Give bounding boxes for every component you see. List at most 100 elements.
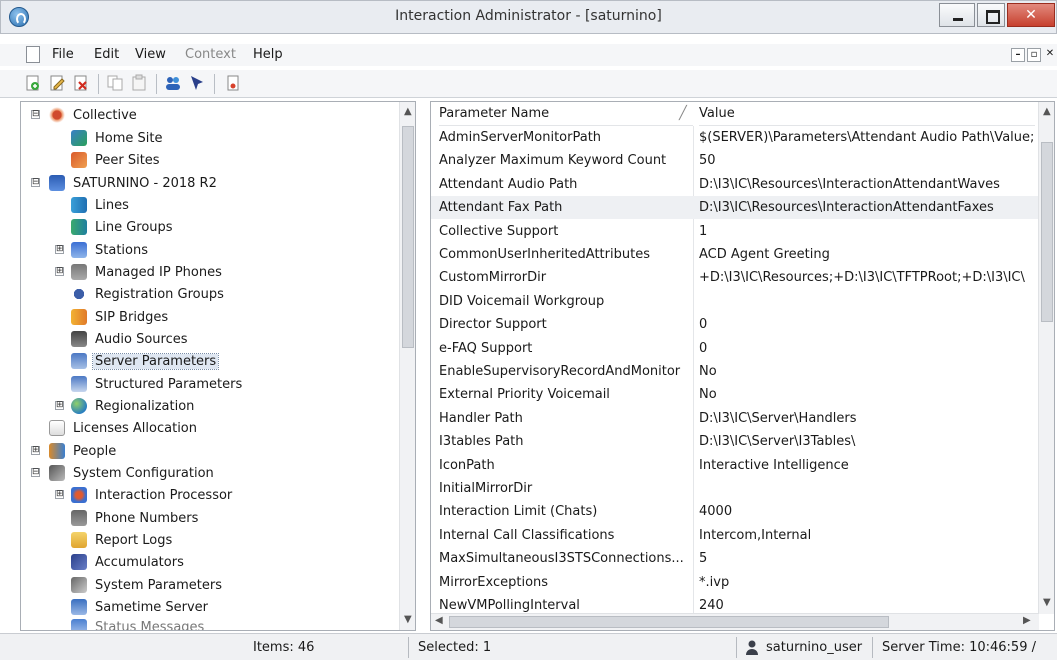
table-row[interactable]: InitialMirrorDir xyxy=(431,477,1041,500)
table-row[interactable]: CustomMirrorDir +D:\I3\IC\Resources;+D:\I… xyxy=(431,266,1041,289)
menu-context[interactable]: Context xyxy=(185,47,236,62)
peer-sites-icon xyxy=(71,152,87,168)
expand-people[interactable]: ⊞ xyxy=(31,446,40,455)
table-row[interactable]: Attendant Audio Path D:\I3\IC\Resources\I… xyxy=(431,173,1041,196)
tree-item-report-logs[interactable]: Report Logs xyxy=(71,529,174,551)
list-horizontal-scrollbar[interactable]: ◀ ▶ xyxy=(431,613,1039,630)
tree-item-registration-groups[interactable]: Registration Groups xyxy=(71,283,226,305)
tree-item-sametime-server[interactable]: Sametime Server xyxy=(71,596,210,618)
tree-item-managed-ip-phones[interactable]: Managed IP Phones xyxy=(71,261,224,283)
tree-item-system-configuration[interactable]: System Configuration xyxy=(49,462,216,484)
column-header-value[interactable]: Value xyxy=(699,102,1035,126)
table-row[interactable]: Analyzer Maximum Keyword Count 50 xyxy=(431,149,1041,172)
table-row[interactable]: AdminServerMonitorPath $(SERVER)\Paramete… xyxy=(431,126,1041,149)
tree-item-saturnino[interactable]: SATURNINO - 2018 R2 xyxy=(49,172,219,194)
table-row[interactable]: IconPath Interactive Intelligence xyxy=(431,454,1041,477)
license-icon xyxy=(49,420,65,436)
tree-item-structured-parameters[interactable]: Structured Parameters xyxy=(71,373,244,395)
scroll-right-icon[interactable]: ▶ xyxy=(1023,615,1031,626)
tree-item-sip-bridges[interactable]: SIP Bridges xyxy=(71,306,170,328)
expand-interaction-processor[interactable]: ⊞ xyxy=(55,490,64,499)
users-icon[interactable] xyxy=(164,74,182,92)
cell-parameter-name: I3tables Path xyxy=(439,434,524,450)
menu-edit[interactable]: Edit xyxy=(94,47,119,62)
tree-item-stations[interactable]: Stations xyxy=(71,239,150,261)
minimize-button[interactable] xyxy=(939,3,975,27)
column-resize-icon[interactable]: ╱ xyxy=(679,102,693,126)
list-hscroll-thumb[interactable] xyxy=(449,616,889,628)
tree-item-line-groups[interactable]: Line Groups xyxy=(71,216,175,238)
menu-file[interactable]: File xyxy=(52,47,74,62)
people-icon xyxy=(49,443,65,459)
table-row[interactable]: Attendant Fax Path D:\I3\IC\Resources\Int… xyxy=(431,196,1041,220)
table-row[interactable]: Director Support 0 xyxy=(431,313,1041,336)
table-row[interactable]: e-FAQ Support 0 xyxy=(431,337,1041,360)
table-row[interactable]: External Priority Voicemail No xyxy=(431,383,1041,406)
tree-item-audio-sources[interactable]: Audio Sources xyxy=(71,328,190,350)
scroll-up-icon[interactable]: ▲ xyxy=(1043,106,1051,117)
paste-icon[interactable] xyxy=(130,74,148,92)
tree-item-home-site[interactable]: Home Site xyxy=(71,127,164,149)
menu-view[interactable]: View xyxy=(135,47,166,62)
tree-item-people[interactable]: People xyxy=(49,440,118,462)
cell-parameter-value: 0 xyxy=(699,340,708,356)
tree-item-system-parameters[interactable]: System Parameters xyxy=(71,574,224,596)
tree-item-status-messages[interactable]: Status Messages xyxy=(71,616,206,630)
cell-parameter-value: D:\I3\IC\Server\Handlers xyxy=(699,410,857,426)
collapse-system-configuration[interactable]: ⊟ xyxy=(31,468,40,477)
table-row[interactable]: MirrorExceptions *.ivp xyxy=(431,571,1041,594)
table-row[interactable]: Internal Call Classifications Intercom,In… xyxy=(431,524,1041,547)
close-button[interactable]: ✕ xyxy=(1007,3,1055,27)
tree-item-lines[interactable]: Lines xyxy=(71,194,131,216)
cell-parameter-name: External Priority Voicemail xyxy=(439,387,610,403)
tree-item-licenses-allocation[interactable]: Licenses Allocation xyxy=(49,417,199,439)
table-row[interactable]: Handler Path D:\I3\IC\Server\Handlers xyxy=(431,407,1041,430)
table-row[interactable]: CommonUserInheritedAttributes ACD Agent G… xyxy=(431,243,1041,266)
navigation-tree[interactable]: Collective Home Site Peer Sites SATURNIN… xyxy=(20,101,416,631)
column-header-parameter-name[interactable]: Parameter Name xyxy=(439,102,693,126)
tree-scroll-thumb[interactable] xyxy=(402,126,414,348)
tree-item-server-parameters[interactable]: Server Parameters xyxy=(71,350,220,372)
structured-parameters-icon xyxy=(71,376,87,392)
maximize-button[interactable] xyxy=(977,3,1005,27)
status-user: saturnino_user xyxy=(766,640,863,655)
scroll-left-icon[interactable]: ◀ xyxy=(435,615,443,626)
parameter-list[interactable]: Parameter Name ╱ Value AdminServerMonito… xyxy=(430,101,1055,631)
collapse-collective[interactable]: ⊟ xyxy=(31,110,40,119)
table-row[interactable]: DID Voicemail Workgroup xyxy=(431,290,1041,313)
scroll-down-icon[interactable]: ▼ xyxy=(404,614,412,625)
cell-parameter-name: Attendant Audio Path xyxy=(439,176,578,192)
mdi-restore-button[interactable]: ▫ xyxy=(1027,48,1041,62)
expand-managed-ip-phones[interactable]: ⊞ xyxy=(55,267,64,276)
delete-icon[interactable] xyxy=(72,74,90,92)
menu-help[interactable]: Help xyxy=(253,47,283,62)
tree-item-regionalization[interactable]: Regionalization xyxy=(71,395,196,417)
scroll-up-icon[interactable]: ▲ xyxy=(404,106,412,117)
table-row[interactable]: MaxSimultaneousI3STSConnections... 5 xyxy=(431,547,1041,570)
list-scroll-thumb[interactable] xyxy=(1041,142,1053,322)
table-row[interactable]: Collective Support 1 xyxy=(431,220,1041,243)
list-vertical-scrollbar[interactable]: ▲ ▼ xyxy=(1038,102,1054,614)
tree-item-interaction-processor[interactable]: Interaction Processor xyxy=(71,484,234,506)
tree-vertical-scrollbar[interactable]: ▲ ▼ xyxy=(399,102,415,630)
tree-item-phone-numbers[interactable]: Phone Numbers xyxy=(71,507,200,529)
table-row[interactable]: EnableSupervisoryRecordAndMonitor No xyxy=(431,360,1041,383)
expand-stations[interactable]: ⊞ xyxy=(55,245,64,254)
new-icon[interactable] xyxy=(24,74,42,92)
table-row[interactable]: I3tables Path D:\I3\IC\Server\I3Tables\ xyxy=(431,430,1041,453)
document-icon[interactable] xyxy=(26,46,40,63)
tree-item-peer-sites[interactable]: Peer Sites xyxy=(71,149,162,171)
copy-icon[interactable] xyxy=(106,74,124,92)
expand-regionalization[interactable]: ⊞ xyxy=(55,401,64,410)
table-row[interactable]: Interaction Limit (Chats) 4000 xyxy=(431,500,1041,523)
mdi-close-button[interactable]: ✕ xyxy=(1043,48,1057,62)
license-toolbar-icon[interactable] xyxy=(224,74,242,92)
tree-item-accumulators[interactable]: Accumulators xyxy=(71,551,186,573)
edit-icon[interactable] xyxy=(48,74,66,92)
collapse-saturnino[interactable]: ⊟ xyxy=(31,178,40,187)
cell-parameter-name: MaxSimultaneousI3STSConnections... xyxy=(439,551,684,567)
tree-item-collective[interactable]: Collective xyxy=(49,104,139,126)
scroll-down-icon[interactable]: ▼ xyxy=(1043,597,1051,608)
mdi-minimize-button[interactable]: – xyxy=(1011,48,1025,62)
pointer-icon[interactable] xyxy=(188,74,206,92)
